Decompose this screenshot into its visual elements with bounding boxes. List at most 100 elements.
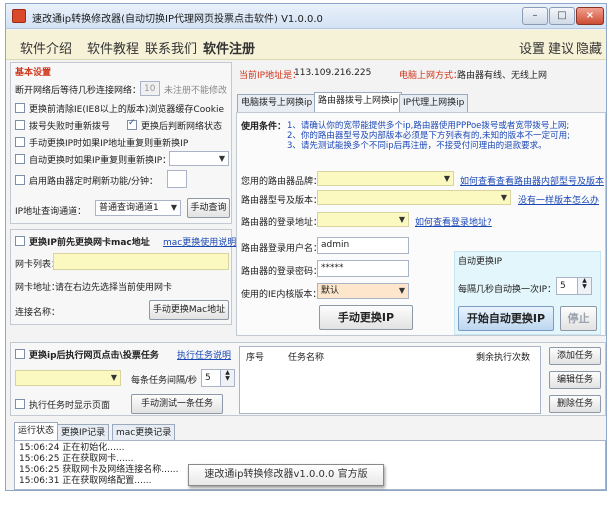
tab-run-status[interactable]: 运行状态 bbox=[14, 422, 59, 442]
task-interval-value: 5 bbox=[205, 373, 211, 383]
tab-router-dial[interactable]: 路由器拨号上网换ip bbox=[314, 92, 403, 112]
spinner-icon[interactable]: ▲ ▼ bbox=[220, 370, 234, 386]
add-task-button[interactable]: 添加任务 bbox=[549, 347, 601, 365]
chevron-down-icon: ▼ bbox=[218, 154, 225, 163]
login-address-help-link[interactable]: 如何查看登录地址? bbox=[415, 215, 492, 228]
chevron-down-icon: ▼ bbox=[443, 174, 450, 183]
task-interval-label: 每条任务间隔/秒 bbox=[131, 376, 198, 386]
start-auto-change-button[interactable]: 开始自动更换IP bbox=[458, 306, 554, 331]
query-channel-select[interactable]: 普通查询通道1 ▼ bbox=[95, 200, 181, 216]
redial-checkbox[interactable] bbox=[15, 120, 25, 130]
router-model-help-link[interactable]: 如何查看查看路由器内部型号及版本 bbox=[460, 174, 604, 187]
task-panel: 更换ip后执行网页点击\投票任务 执行任务说明 ▼ 每条任务间隔/秒 5 ▲ ▼ … bbox=[10, 342, 606, 416]
log-line-2: 15:06:25 正在获取网卡...... bbox=[19, 454, 134, 464]
task-select[interactable]: ▼ bbox=[15, 370, 121, 386]
auto-dup-checkbox[interactable] bbox=[15, 154, 25, 164]
usage-label: 使用条件： bbox=[241, 122, 287, 132]
chevron-down-icon: ▼ bbox=[110, 373, 117, 382]
router-login-label: 路由器的登录地址： bbox=[241, 218, 323, 228]
menu-tutorial[interactable]: 软件教程 bbox=[87, 38, 139, 57]
test-task-button[interactable]: 手动测试一条任务 bbox=[131, 394, 223, 414]
ie-core-select[interactable]: 默认 ▼ bbox=[317, 283, 409, 299]
current-ip-value: 113.109.216.225 bbox=[294, 68, 372, 78]
app-tooltip: 速改通ip转换修改器v1.0.0.0 官方版 bbox=[188, 464, 384, 486]
manual-dup-checkbox[interactable] bbox=[15, 137, 25, 147]
column-index: 序号 bbox=[246, 353, 265, 363]
window-title: 速改通ip转换修改器(自动切换IP代理网页投票点击软件) V1.0.0.0 bbox=[32, 14, 323, 25]
show-page-label: 执行任务时显示页面 bbox=[29, 401, 111, 411]
log-line-3: 15:06:25 获取网卡及网络连接名称...... bbox=[19, 465, 179, 475]
chevron-down-icon: ▼ bbox=[398, 215, 405, 224]
spinner-icon[interactable]: ▲ ▼ bbox=[577, 278, 591, 294]
clear-cookie-checkbox[interactable] bbox=[15, 103, 25, 113]
menu-settings[interactable]: 设置 bbox=[519, 38, 545, 57]
auto-dup-label: 自动更换时如果IP重复则重新换IP： bbox=[29, 156, 172, 166]
title-bar: 速改通ip转换修改器(自动切换IP代理网页投票点击软件) V1.0.0.0 – … bbox=[6, 4, 606, 29]
no-version-link[interactable]: 没有一样版本怎么办 bbox=[518, 193, 599, 206]
mac-change-title: 更换IP前先更换网卡mac地址 bbox=[29, 238, 150, 248]
usage-line-3: 3、请先测试能换多个不同ip后再注册，不接受付问理由的退款要求。 bbox=[287, 141, 547, 151]
router-timer-input[interactable] bbox=[167, 170, 187, 188]
menu-intro[interactable]: 软件介绍 bbox=[20, 38, 72, 57]
app-logo-icon bbox=[12, 9, 26, 23]
router-brand-select[interactable]: ▼ bbox=[317, 171, 454, 186]
stop-button[interactable]: 停止 bbox=[560, 306, 597, 331]
menu-hide[interactable]: 隐藏 bbox=[576, 38, 602, 57]
show-page-checkbox[interactable] bbox=[15, 399, 25, 409]
current-ip-label: 当前IP地址是： bbox=[239, 71, 302, 81]
task-interval-input[interactable]: 5 ▲ ▼ bbox=[201, 369, 235, 387]
chevron-down-icon: ▼ bbox=[500, 193, 507, 202]
menu-suggest[interactable]: 建议 bbox=[548, 38, 574, 57]
tab-pc-dial[interactable]: 电脑拨号上网换ip bbox=[237, 94, 317, 112]
manual-query-button[interactable]: 手动查询 bbox=[187, 198, 230, 218]
app-window: 速改通ip转换修改器(自动切换IP代理网页投票点击软件) V1.0.0.0 – … bbox=[5, 3, 607, 491]
mac-help-link[interactable]: mac更换使用说明 bbox=[163, 235, 236, 248]
task-help-link[interactable]: 执行任务说明 bbox=[177, 348, 231, 361]
column-remaining: 剩余执行次数 bbox=[476, 353, 531, 363]
basic-settings-title: 基本设置 bbox=[15, 68, 52, 78]
router-tab-panel: 使用条件： 1、请确认你的宽带能提供多个ip,路由器使用PPPoe拨号或者宽带拨… bbox=[236, 112, 606, 336]
network-mode-value: 路由器有线、无线上网 bbox=[457, 71, 548, 81]
menu-bar: 软件介绍 软件教程 联系我们 软件注册 设置 建议 隐藏 bbox=[6, 30, 606, 60]
auto-interval-input[interactable]: 5 ▲ ▼ bbox=[556, 277, 592, 295]
router-brand-label: 您用的路由器品牌： bbox=[241, 177, 323, 187]
close-button[interactable]: × bbox=[576, 7, 604, 25]
connection-name-label: 连接名称： bbox=[15, 308, 61, 318]
menu-register[interactable]: 软件注册 bbox=[203, 38, 255, 57]
tab-proxy[interactable]: IP代理上网换ip bbox=[399, 94, 469, 112]
clear-cookie-label: 更换前清除IE(IE8以上的版本)浏览器缓存Cookie bbox=[29, 105, 224, 115]
delete-task-button[interactable]: 删除任务 bbox=[549, 395, 601, 413]
ie-core-value: 默认 bbox=[321, 286, 340, 296]
router-timer-checkbox[interactable] bbox=[15, 175, 25, 185]
manual-dup-label: 手动更换IP时如果IP地址重复则重新换IP bbox=[29, 139, 189, 149]
check-net-label: 更换后判断网络状态 bbox=[141, 122, 223, 132]
basic-settings-panel: 基本设置 断开网络后等待几秒连接网络： 10 未注册不能修改 更换前清除IE(I… bbox=[10, 62, 232, 224]
manual-change-ip-button[interactable]: 手动更换IP bbox=[319, 305, 413, 330]
wait-seconds-hint: 未注册不能修改 bbox=[164, 86, 228, 96]
router-user-input[interactable]: admin bbox=[317, 237, 409, 254]
router-model-label: 路由器型号及版本： bbox=[241, 196, 323, 206]
redial-label: 拨号失败时重新拨号 bbox=[29, 122, 111, 132]
maximize-button[interactable]: □ bbox=[549, 7, 575, 25]
query-channel-value: 普通查询通道1 bbox=[99, 203, 159, 213]
minimize-button[interactable]: – bbox=[522, 7, 548, 25]
router-login-select[interactable]: ▼ bbox=[317, 212, 409, 227]
column-task-name: 任务名称 bbox=[288, 353, 325, 363]
auto-interval-value: 5 bbox=[560, 281, 566, 291]
check-net-checkbox[interactable] bbox=[127, 118, 137, 130]
task-enable-checkbox[interactable] bbox=[15, 349, 25, 359]
router-pass-label: 路由器的登录密码： bbox=[241, 267, 323, 277]
router-model-select[interactable]: ▼ bbox=[317, 190, 511, 205]
edit-task-button[interactable]: 编辑任务 bbox=[549, 371, 601, 389]
router-user-label: 路由器登录用户名： bbox=[241, 244, 323, 254]
router-pass-input[interactable]: ***** bbox=[317, 260, 409, 277]
query-channel-label: IP地址查询通道： bbox=[15, 207, 87, 217]
auto-change-panel: 自动更换IP 每隔几秒自动换一次IP： 5 ▲ ▼ 开始自动更换IP 停止 bbox=[454, 251, 601, 335]
mac-panel: 更换IP前先更换网卡mac地址 mac更换使用说明 网卡列表： 网卡地址： 请在… bbox=[10, 229, 236, 325]
menu-contact[interactable]: 联系我们 bbox=[145, 38, 197, 57]
nic-list-select[interactable] bbox=[53, 253, 229, 270]
manual-change-mac-button[interactable]: 手动更换Mac地址 bbox=[149, 300, 229, 320]
mac-change-checkbox[interactable] bbox=[15, 236, 25, 246]
auto-dup-select[interactable]: ▼ bbox=[169, 151, 229, 166]
wait-seconds-input[interactable]: 10 bbox=[140, 81, 160, 96]
